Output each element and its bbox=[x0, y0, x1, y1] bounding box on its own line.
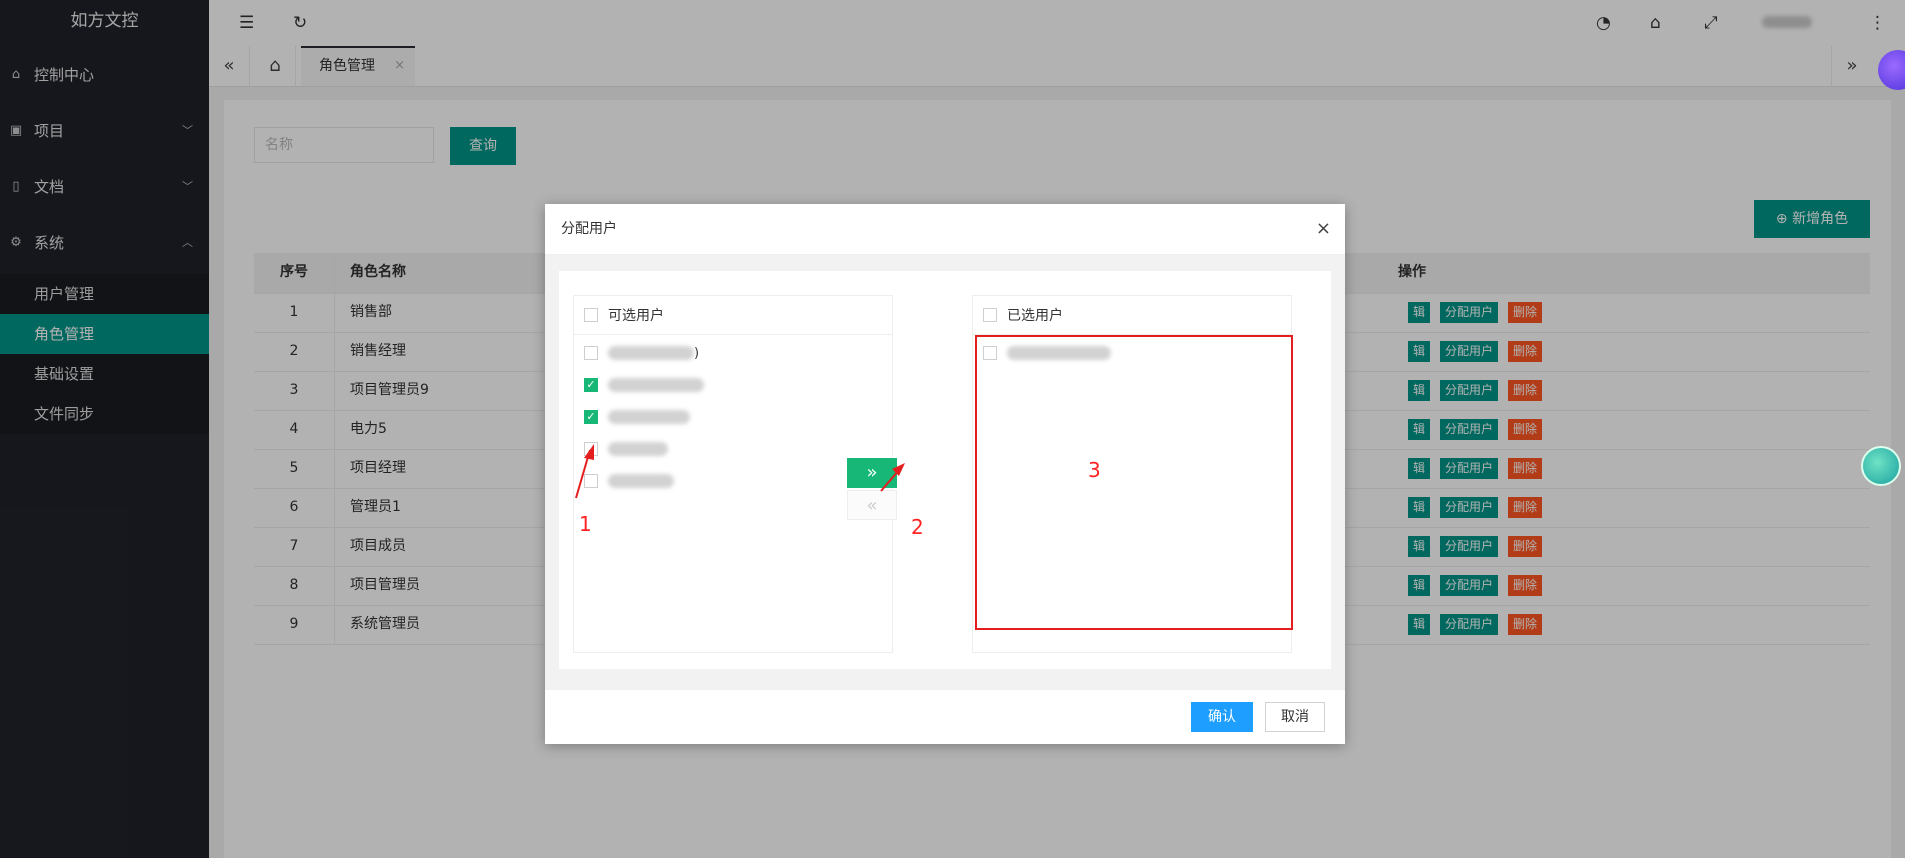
annotation-arrows bbox=[575, 444, 905, 499]
annotation-1: 1 bbox=[579, 512, 592, 536]
annotation-2: 2 bbox=[911, 515, 924, 539]
arrow-1-head bbox=[584, 444, 594, 460]
floating-helper-icon[interactable] bbox=[1861, 446, 1901, 486]
annotation-highlight-box bbox=[975, 335, 1293, 630]
arrow-2-head bbox=[892, 463, 905, 476]
